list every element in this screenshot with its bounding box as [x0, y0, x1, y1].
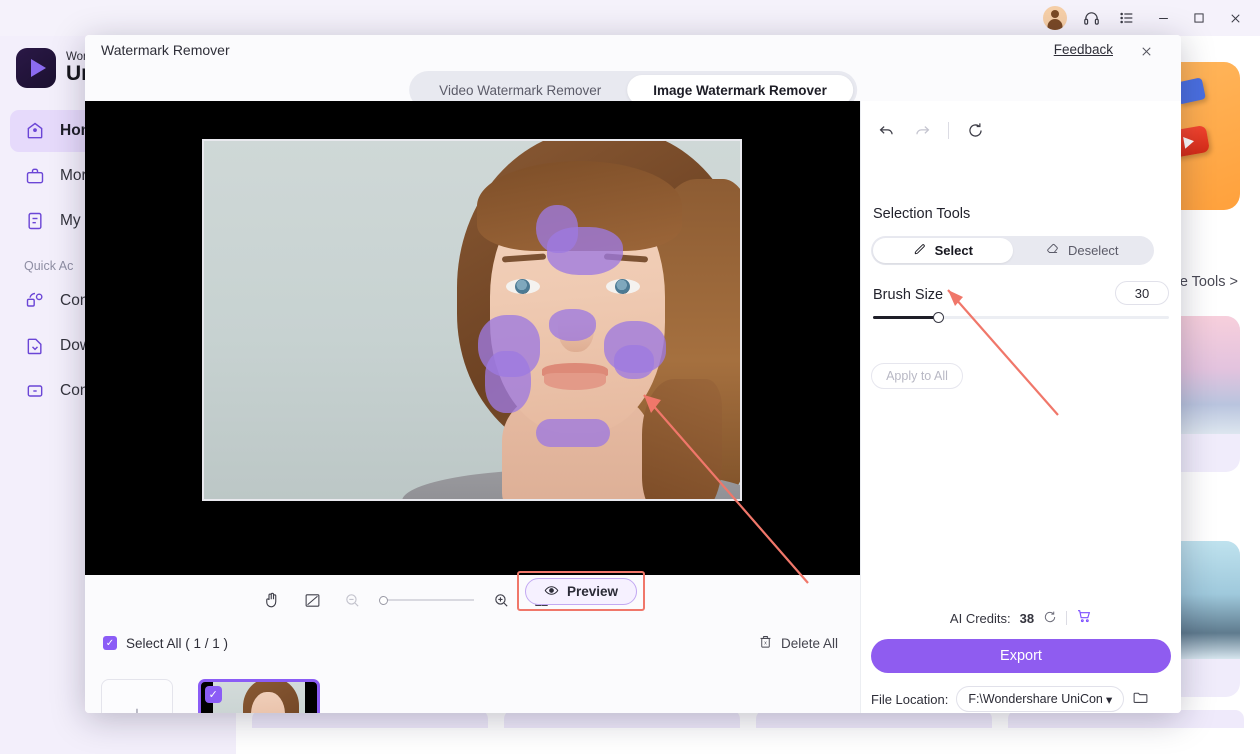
delete-all-label: Delete All	[780, 635, 838, 651]
close-icon[interactable]	[1218, 3, 1252, 33]
ai-credits-value: 38	[1019, 610, 1035, 626]
maximize-icon[interactable]	[1182, 3, 1216, 33]
tools-panel: Selection Tools Select Deselect Brush Si…	[860, 101, 1181, 713]
dialog-body: Preview ✓ Select All ( 1 / 1 ) x Delete …	[85, 101, 1181, 713]
avatar[interactable]	[1038, 3, 1072, 33]
selection-mode-tabs: Select Deselect	[871, 236, 1154, 265]
fit-to-screen-icon[interactable]	[299, 587, 325, 613]
app-logo-icon	[16, 48, 56, 88]
file-location-value: F:\Wondershare UniCon	[968, 692, 1103, 706]
thumbnail-checkbox[interactable]: ✓	[204, 686, 222, 703]
select-mode-label: Select	[934, 243, 973, 258]
deselect-mode-button[interactable]: Deselect	[1013, 238, 1153, 263]
deselect-mode-label: Deselect	[1067, 243, 1119, 258]
brush-mask	[485, 351, 531, 413]
export-button[interactable]: Export	[871, 639, 1171, 673]
strip-prev-arrow[interactable]: ‹	[183, 707, 188, 713]
selection-tools-label: Selection Tools	[873, 206, 971, 222]
sidebar-item-label: My	[60, 212, 81, 229]
image-canvas[interactable]	[85, 101, 860, 575]
zoom-slider[interactable]	[379, 593, 474, 607]
brush-mask	[547, 227, 623, 275]
add-image-button[interactable]: +	[101, 679, 173, 713]
thumbnail-strip-header: ✓ Select All ( 1 / 1 ) x Delete All	[85, 625, 860, 661]
home-icon	[24, 120, 46, 142]
strip-next-arrow[interactable]: ›	[839, 707, 844, 713]
downloader-icon	[24, 335, 46, 357]
converter-icon	[24, 290, 46, 312]
ai-credits: AI Credits: 38	[861, 608, 1181, 628]
delete-all-button[interactable]: x Delete All	[758, 634, 838, 652]
zoom-out-icon[interactable]	[339, 587, 365, 613]
file-location-select[interactable]: F:\Wondershare UniCon ▾	[956, 686, 1125, 712]
ai-credits-label: AI Credits:	[949, 610, 1011, 626]
zoom-in-icon[interactable]	[488, 587, 514, 613]
compress-icon	[24, 380, 46, 402]
brush-icon	[913, 242, 927, 259]
eye-icon	[544, 583, 559, 601]
feedback-link[interactable]: Feedback	[1054, 42, 1113, 57]
app-titlebar	[0, 0, 1260, 36]
editor-pane: Preview ✓ Select All ( 1 / 1 ) x Delete …	[85, 101, 860, 713]
brush-mask	[536, 419, 610, 447]
menu-list-icon[interactable]	[1110, 3, 1144, 33]
select-all-label: Select All ( 1 / 1 )	[126, 635, 229, 651]
watermark-remover-dialog: Watermark Remover Feedback Video Waterma…	[85, 35, 1181, 713]
refresh-icon[interactable]	[1043, 610, 1057, 627]
screen: Wondershare Un Hom	[0, 0, 1260, 754]
dialog-title: Watermark Remover	[101, 42, 230, 58]
chevron-down-icon: ▾	[1106, 692, 1113, 707]
file-location-row: File Location: F:\Wondershare UniCon ▾	[871, 685, 1171, 713]
undo-icon[interactable]	[873, 117, 899, 143]
file-icon	[24, 210, 46, 232]
headset-icon[interactable]	[1074, 3, 1108, 33]
file-location-label: File Location:	[871, 691, 949, 707]
hand-tool-icon[interactable]	[259, 587, 285, 613]
history-controls	[873, 117, 988, 143]
toolbox-icon	[24, 165, 46, 187]
svg-text:x: x	[764, 641, 767, 647]
dialog-close-icon[interactable]	[1133, 39, 1159, 63]
brush-mask	[549, 309, 596, 341]
portrait-image[interactable]	[202, 139, 742, 501]
minimize-icon[interactable]	[1146, 3, 1180, 33]
list-item[interactable]: ✓ ➚	[197, 679, 320, 713]
thumbnail-strip: + ‹ ✓ ➚ ›	[85, 661, 860, 713]
brush-mask	[614, 345, 654, 379]
select-mode-button[interactable]: Select	[873, 238, 1013, 263]
apply-to-all-button[interactable]: Apply to All	[871, 363, 963, 389]
folder-icon[interactable]	[1132, 689, 1149, 710]
redo-icon[interactable]	[909, 117, 935, 143]
more-tools-link[interactable]: e Tools >	[1180, 274, 1238, 290]
preview-button[interactable]: Preview	[525, 578, 637, 605]
select-all-checkbox[interactable]: ✓	[103, 636, 117, 650]
brush-size-value[interactable]: 30	[1115, 281, 1169, 305]
brush-size-slider[interactable]	[873, 311, 1169, 323]
trash-icon: x	[758, 634, 773, 652]
cart-icon[interactable]	[1076, 608, 1092, 628]
brush-slider-thumb[interactable]	[933, 312, 945, 323]
canvas-toolbar	[85, 575, 860, 625]
sidebar-item-label: Mor	[60, 167, 87, 184]
eraser-icon	[1046, 242, 1060, 259]
reset-icon[interactable]	[962, 117, 988, 143]
preview-button-label: Preview	[566, 584, 619, 599]
dialog-header: Watermark Remover Feedback Video Waterma…	[85, 35, 1181, 109]
brush-size-label: Brush Size	[873, 287, 944, 303]
